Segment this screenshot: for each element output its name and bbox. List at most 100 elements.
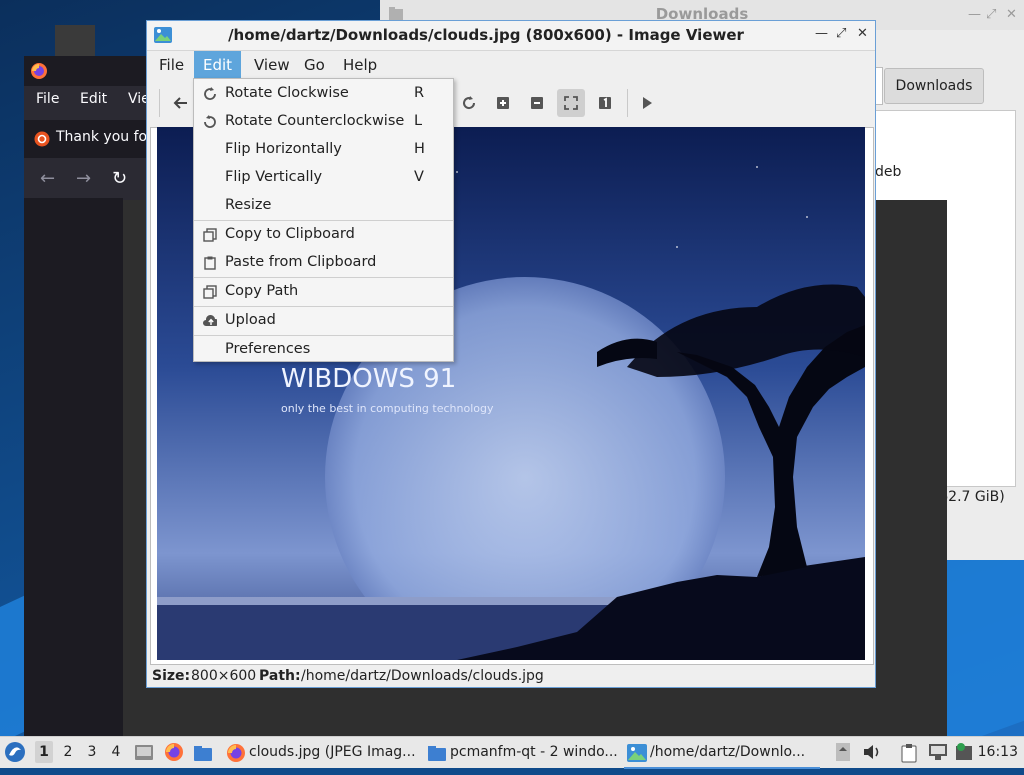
task-label: pcmanfm-qt - 2 windo... (450, 744, 618, 760)
original-size-button[interactable] (591, 89, 619, 117)
menu-item-flip-horizontally[interactable]: Flip Horizontally H (194, 136, 453, 164)
task-image-viewer[interactable]: /home/dartz/Downlo... (624, 738, 820, 769)
original-size-icon (599, 97, 611, 109)
minimize-icon[interactable]: — (815, 26, 828, 41)
workspace-3[interactable]: 3 (83, 744, 101, 760)
menu-item-shortcut: H (414, 141, 425, 157)
menu-file[interactable]: File (150, 51, 193, 79)
show-desktop-button[interactable] (134, 743, 154, 774)
folder-icon (194, 746, 212, 761)
menu-item-label: Upload (225, 312, 276, 328)
play-icon (643, 97, 652, 109)
close-icon[interactable]: ✕ (1006, 7, 1017, 22)
taskbar: 1 2 3 4 clouds.jpg (JPEG Imag... pcmanfm… (0, 736, 1024, 769)
workspace-2[interactable]: 2 (59, 744, 77, 760)
copy-icon (203, 285, 217, 299)
update-tray-button[interactable] (954, 742, 974, 773)
menu-item-rotate-clockwise[interactable]: Rotate Clockwise R (194, 80, 453, 108)
image-tagline: only the best in computing technology (281, 402, 494, 415)
network-tray-button[interactable] (928, 743, 948, 774)
menu-item-label: Rotate Clockwise (225, 85, 349, 101)
zoom-in-button[interactable] (489, 89, 517, 117)
path-label: Path: (259, 668, 301, 684)
zoom-out-button[interactable] (523, 89, 551, 117)
menu-help[interactable]: Help (334, 51, 386, 79)
toolbar-separator (159, 89, 160, 117)
menu-item-shortcut: V (414, 169, 424, 185)
menu-item-copy-path[interactable]: Copy Path (194, 278, 453, 306)
upload-cloud-icon (203, 314, 217, 326)
image-viewer-icon (154, 27, 172, 43)
clipboard-tray-button[interactable] (900, 743, 918, 774)
browser-tab[interactable] (55, 25, 95, 56)
image-viewer-icon (627, 744, 647, 762)
arrow-left-icon (173, 97, 187, 109)
desktop-icon (135, 745, 153, 760)
close-icon[interactable]: ✕ (857, 26, 868, 41)
menu-item-rotate-counterclockwise[interactable]: Rotate Counterclockwise L (194, 108, 453, 136)
tray-scroll-button[interactable] (836, 743, 850, 774)
back-button[interactable] (167, 89, 195, 117)
image-headline: WIBDOWS 91 (281, 364, 456, 394)
size-label: Size: (152, 668, 191, 684)
list-item[interactable]: deb (875, 164, 901, 180)
menu-item-preferences[interactable]: Preferences (194, 336, 453, 364)
menu-item-upload[interactable]: Upload (194, 307, 453, 335)
menu-item-label: Paste from Clipboard (225, 254, 377, 270)
task-browser[interactable]: clouds.jpg (JPEG Imag... (223, 738, 419, 767)
zoom-fit-button[interactable] (557, 89, 585, 117)
paste-icon (204, 256, 216, 270)
menu-item-flip-vertically[interactable]: Flip Vertically V (194, 164, 453, 192)
fit-icon (564, 96, 578, 110)
task-file-manager[interactable]: pcmanfm-qt - 2 windo... (424, 738, 620, 767)
start-menu-button[interactable] (4, 741, 26, 772)
back-icon[interactable]: ← (40, 168, 55, 189)
menu-item-shortcut: R (414, 85, 425, 101)
quicklaunch-firefox[interactable] (164, 742, 184, 773)
edit-menu-dropdown: Rotate Clockwise R Rotate Counterclockwi… (193, 78, 454, 362)
volume-button[interactable] (862, 743, 882, 774)
menu-item-resize[interactable]: Resize (194, 192, 453, 220)
menu-item-label: Flip Horizontally (225, 141, 342, 157)
volume-icon (864, 745, 879, 759)
task-label: /home/dartz/Downlo... (650, 744, 806, 760)
menu-item-label: Flip Vertically (225, 169, 323, 185)
scroll-icon (836, 743, 850, 761)
menu-item-label: Resize (225, 197, 272, 213)
browser-notice-text: Thank you fo (56, 129, 148, 145)
browser-titlebar[interactable] (24, 56, 150, 86)
clock[interactable]: 16:13 (978, 744, 1018, 760)
maximize-icon[interactable]: ⤢ (986, 7, 996, 22)
path-value: /home/dartz/Downloads/clouds.jpg (301, 668, 544, 684)
toolbar-separator (627, 89, 628, 117)
menu-item-label: Rotate Counterclockwise (225, 113, 405, 129)
folder-icon (428, 746, 446, 761)
rotate-ccw-icon (204, 115, 216, 128)
rotate-clockwise-button[interactable] (455, 89, 483, 117)
clipboard-icon (901, 744, 917, 763)
reload-icon[interactable]: ↻ (112, 168, 127, 189)
menu-item-shortcut: L (414, 113, 423, 129)
minimize-icon[interactable]: — (968, 7, 981, 22)
menu-item-paste-from-clipboard[interactable]: Paste from Clipboard (194, 249, 453, 277)
quicklaunch-file-manager[interactable] (193, 744, 213, 775)
copy-icon (203, 228, 217, 242)
task-label: clouds.jpg (JPEG Imag... (249, 744, 416, 760)
workspace-1[interactable]: 1 (35, 741, 53, 763)
menu-go[interactable]: Go (295, 51, 334, 79)
browser-menu-edit[interactable]: Edit (80, 91, 107, 107)
menu-view[interactable]: View (245, 51, 299, 79)
image-viewer-titlebar[interactable]: /home/dartz/Downloads/clouds.jpg (800x60… (147, 21, 875, 51)
slideshow-button[interactable] (633, 89, 661, 117)
zoom-in-icon (497, 97, 509, 109)
menu-edit[interactable]: Edit (194, 51, 242, 79)
path-button-downloads[interactable]: Downloads (884, 68, 984, 104)
firefox-icon (31, 63, 47, 79)
update-icon (956, 743, 972, 760)
forward-icon[interactable]: → (76, 168, 91, 189)
workspace-4[interactable]: 4 (107, 744, 125, 760)
menu-item-copy-to-clipboard[interactable]: Copy to Clipboard (194, 221, 453, 249)
maximize-icon[interactable]: ⤢ (836, 26, 846, 41)
browser-menu-file[interactable]: File (36, 91, 59, 107)
network-icon (929, 744, 947, 760)
